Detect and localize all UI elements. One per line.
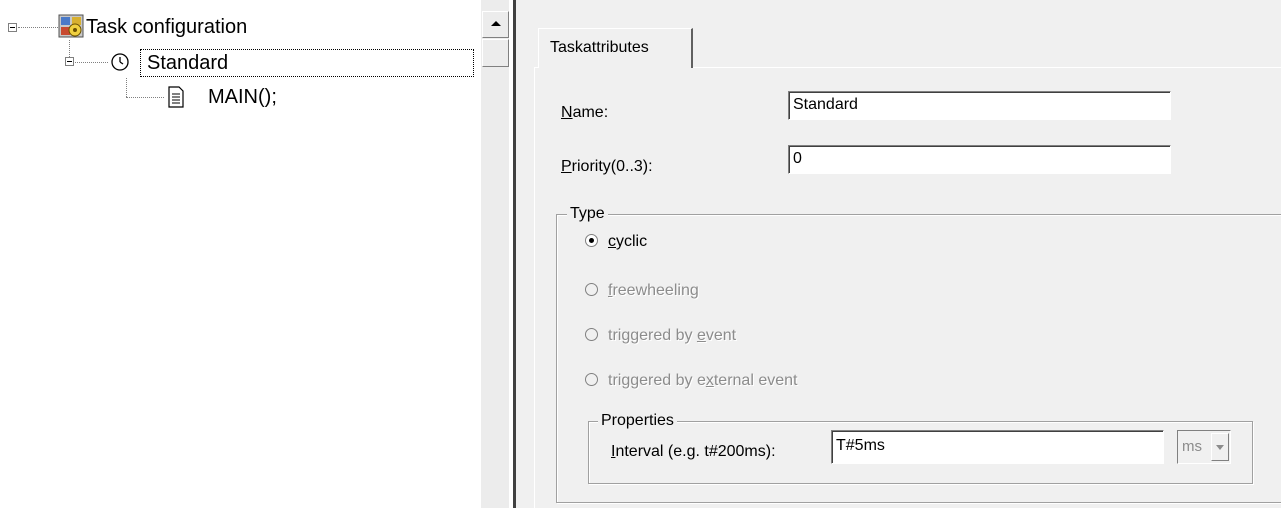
interval-unit-select[interactable]: ms	[1177, 430, 1231, 464]
radio-freewheeling[interactable]: freewheeling	[585, 281, 699, 301]
tree-scrollbar[interactable]	[481, 0, 509, 508]
radio-triggered-by-external-event-label: triggered by external event	[608, 372, 798, 389]
tab-taskattributes[interactable]: Taskattributes	[538, 28, 693, 68]
clock-icon	[110, 52, 130, 72]
standard-collapse-toggle[interactable]	[65, 57, 74, 66]
priority-input[interactable]: 0	[788, 145, 1171, 174]
scroll-up-button[interactable]	[482, 11, 509, 38]
root-collapse-toggle[interactable]	[8, 23, 17, 32]
type-group-title: Type	[567, 205, 608, 223]
task-properties-pane: Taskattributes Name: Standard Priority(0…	[516, 0, 1281, 527]
properties-group-title: Properties	[598, 412, 677, 430]
radio-triggered-by-external-event-button[interactable]	[585, 373, 598, 386]
tree-connector	[126, 97, 164, 98]
radio-freewheeling-label: freewheeling	[608, 282, 699, 299]
tree-item-standard[interactable]: Standard	[140, 49, 474, 77]
tree-item-main-program[interactable]: MAIN();	[208, 85, 277, 109]
radio-triggered-by-external-event[interactable]: triggered by external event	[585, 371, 797, 391]
priority-label: Priority(0..3):	[561, 158, 653, 175]
radio-cyclic-label: cyclic	[608, 233, 648, 250]
interval-label: Interval (e.g. t#200ms):	[611, 443, 776, 460]
tree-connector	[75, 62, 108, 63]
interval-unit-value: ms	[1182, 438, 1202, 455]
radio-cyclic-button[interactable]	[585, 234, 598, 247]
program-document-icon	[166, 86, 186, 108]
name-label: Name:	[561, 104, 609, 121]
radio-triggered-by-event-label: triggered by event	[608, 327, 737, 344]
radio-cyclic[interactable]: cyclic	[585, 232, 647, 252]
tree-item-standard-label: Standard	[147, 52, 229, 74]
name-input[interactable]: Standard	[788, 91, 1171, 120]
radio-triggered-by-event-button[interactable]	[585, 328, 598, 341]
scroll-thumb[interactable]	[482, 39, 509, 67]
tab-taskattributes-label: Taskattributes	[550, 39, 649, 56]
task-configuration-icon	[58, 14, 84, 38]
radio-triggered-by-event[interactable]: triggered by event	[585, 326, 736, 346]
radio-freewheeling-button[interactable]	[585, 283, 598, 296]
chevron-down-icon[interactable]	[1211, 433, 1229, 461]
tree-connector	[69, 40, 70, 57]
tree-item-task-configuration[interactable]: Task configuration	[86, 15, 247, 39]
tree-connector	[18, 27, 58, 28]
task-tree[interactable]: Task configuration Standard MAIN();	[0, 0, 481, 508]
interval-input[interactable]: T#5ms	[831, 430, 1164, 464]
tree-connector	[126, 78, 127, 97]
